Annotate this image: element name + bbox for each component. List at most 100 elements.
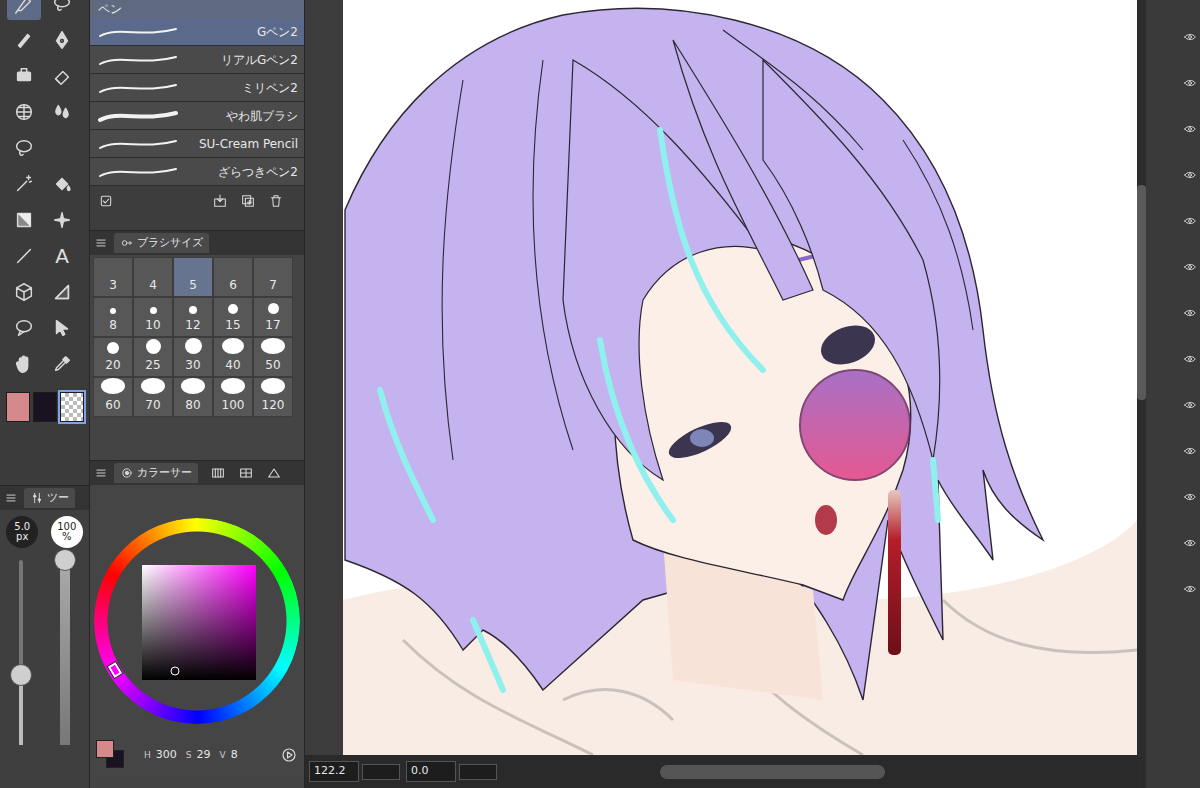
brush-size-cell[interactable]: 17 [253,297,293,337]
tool-button[interactable] [7,276,41,308]
main-color-swatch[interactable] [96,740,114,758]
intermediate-color-icon[interactable] [238,465,254,481]
brush-size-cell[interactable]: 6 [213,257,253,297]
brush-size-cell[interactable]: 50 [253,337,293,377]
brush-settings-icon[interactable] [98,193,114,209]
brush-size-cell[interactable]: 70 [133,377,173,417]
tool-button[interactable] [45,348,79,380]
tool-button[interactable] [7,348,41,380]
tool-button[interactable] [45,96,79,128]
eye-icon[interactable] [1183,444,1197,458]
brush-size-cell[interactable]: 120 [253,377,293,417]
angle-field[interactable]: 0.0 [406,761,456,782]
tool-button[interactable] [45,168,79,200]
tool-button[interactable] [7,240,41,272]
brush-group-header[interactable]: ペン [90,0,304,18]
tool-property-tab[interactable]: ツー [24,488,75,509]
tool-button[interactable] [7,204,41,236]
tool-button[interactable] [7,60,41,92]
tool-button[interactable] [45,60,79,92]
eye-icon[interactable] [1183,260,1197,274]
hsv-value: 8 [231,747,238,764]
brush-size-cell[interactable]: 5 [173,257,213,297]
play-icon[interactable] [280,746,298,764]
color-swatch[interactable] [6,392,30,422]
brush-size-cell[interactable]: 80 [173,377,213,417]
brush-item[interactable]: ミリペン2 [90,74,304,102]
eye-icon[interactable] [1183,306,1197,320]
tool-button[interactable] [45,24,79,56]
brush-settings-icon [30,491,44,505]
tool-button[interactable] [7,0,41,20]
scroll-thumb[interactable] [660,765,885,779]
brush-size-cell[interactable]: 3 [93,257,133,297]
brush-size-cell[interactable]: 8 [93,297,133,337]
color-swatch[interactable] [60,392,84,422]
menu-icon[interactable] [4,491,18,505]
eye-icon[interactable] [1183,536,1197,550]
eye-icon[interactable] [1183,352,1197,366]
eye-icon[interactable] [1183,214,1197,228]
brush-item[interactable]: Gペン2 [90,18,304,46]
brush-size-badge[interactable]: 5.0px [6,516,38,548]
tool-button[interactable] [45,276,79,308]
eye-icon[interactable] [1183,398,1197,412]
zoom-field[interactable]: 122.2 [309,761,359,782]
import-icon[interactable] [212,193,228,209]
tool-button[interactable] [7,168,41,200]
brush-size-slider[interactable] [19,560,23,745]
brush-size-tab[interactable]: ブラシサイズ [114,233,209,254]
sv-marker[interactable] [171,666,180,675]
main-sub-color[interactable] [96,740,126,770]
opacity-badge[interactable]: 100% [51,516,83,548]
tool-button[interactable] [45,312,79,344]
color-set-icon[interactable] [210,465,226,481]
brush-size-cell[interactable]: 7 [253,257,293,297]
brush-size-cell[interactable]: 12 [173,297,213,337]
eye-icon[interactable] [1183,76,1197,90]
brush-size-cell[interactable]: 25 [133,337,173,377]
tool-button[interactable] [45,204,79,236]
brush-size-cell[interactable]: 4 [133,257,173,297]
brush-item[interactable]: リアルGペン2 [90,46,304,74]
eye-icon[interactable] [1183,490,1197,504]
duplicate-icon[interactable] [240,193,256,209]
brush-item[interactable]: やわ肌ブラシ [90,102,304,130]
brush-size-cell[interactable]: 60 [93,377,133,417]
slider-knob[interactable] [54,549,76,571]
tool-button[interactable] [7,96,41,128]
color-swatch[interactable] [33,392,57,422]
opacity-slider[interactable] [60,560,70,745]
brush-size-cell[interactable]: 40 [213,337,253,377]
menu-icon[interactable] [94,466,108,480]
size-dot-icon [261,338,285,354]
brush-size-cell[interactable]: 10 [133,297,173,337]
zoom-slider[interactable] [362,764,400,780]
approximate-color-icon[interactable] [266,465,282,481]
menu-icon[interactable] [94,236,108,250]
brush-size-cell[interactable]: 20 [93,337,133,377]
tool-button[interactable] [7,312,41,344]
tool-button[interactable] [7,132,41,164]
brush-size-cell[interactable]: 30 [173,337,213,377]
tool-button[interactable] [45,0,79,20]
angle-slider[interactable] [459,764,497,780]
eye-icon[interactable] [1183,168,1197,182]
canvas-paper[interactable] [343,0,1137,755]
trash-icon[interactable] [268,193,284,209]
eye-icon[interactable] [1183,582,1197,596]
horizontal-scrollbar[interactable] [660,765,1127,779]
tool-button[interactable] [7,24,41,56]
brush-size-cell[interactable]: 15 [213,297,253,337]
tool-button[interactable]: A [45,240,79,272]
vertical-scrollbar[interactable] [1137,0,1146,788]
slider-knob[interactable] [10,664,32,686]
color-wheel-tab[interactable]: カラーサー [114,463,198,484]
balloon-icon [13,317,35,339]
saturation-value-square[interactable] [142,565,256,680]
brush-size-cell[interactable]: 100 [213,377,253,417]
brush-item[interactable]: SU-Cream Pencil [90,130,304,158]
eye-icon[interactable] [1183,122,1197,136]
brush-item[interactable]: ざらつきペン2 [90,158,304,186]
eye-icon[interactable] [1183,30,1197,44]
